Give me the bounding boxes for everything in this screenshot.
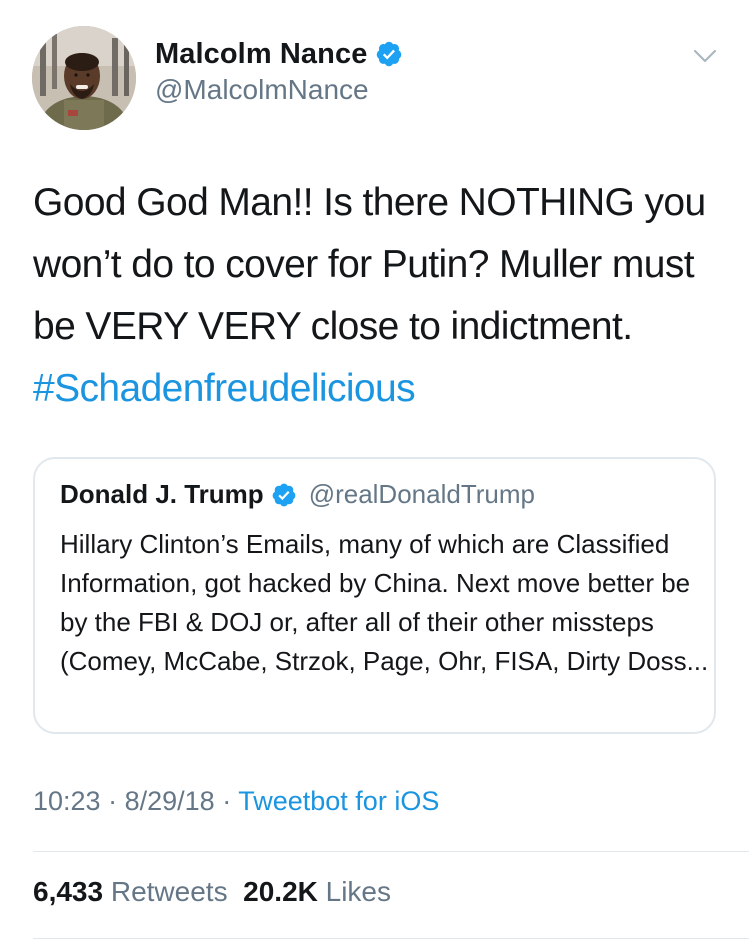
chevron-down-icon[interactable]: [690, 44, 720, 68]
avatar[interactable]: [32, 26, 136, 130]
verified-badge-icon: [271, 482, 297, 508]
hashtag-link[interactable]: #Schadenfreudelicious: [33, 367, 416, 410]
divider: [33, 851, 749, 852]
quoted-author-handle: @realDonaldTrump: [308, 479, 535, 509]
tweet-time[interactable]: 10:23: [33, 786, 101, 816]
tweet-stats: 6,433 Retweets 20.2K Likes: [33, 876, 391, 908]
divider: [33, 938, 749, 939]
meta-separator: ·: [222, 786, 232, 816]
quoted-tweet-header: Donald J. Trump @realDonaldTrump: [60, 479, 535, 510]
tweet-body: Good God Man!! Is there NOTHING you won’…: [33, 181, 706, 348]
quoted-tweet-card[interactable]: Donald J. Trump @realDonaldTrump Hillary…: [33, 457, 716, 734]
quoted-tweet-text: Hillary Clinton’s Emails, many of which …: [60, 529, 709, 676]
tweet-text: Good God Man!! Is there NOTHING you won’…: [33, 172, 723, 420]
likes-stat[interactable]: 20.2K Likes: [243, 876, 391, 907]
author-name-row[interactable]: Malcolm Nance: [155, 36, 403, 72]
avatar-image: [32, 26, 136, 130]
tweet-source-link[interactable]: Tweetbot for iOS: [238, 786, 439, 816]
tweet: Malcolm Nance @MalcolmNance Good God Man…: [0, 0, 749, 944]
author-handle[interactable]: @MalcolmNance: [155, 74, 369, 106]
tweet-date[interactable]: 8/29/18: [125, 786, 215, 816]
retweets-label: Retweets: [110, 876, 228, 907]
tweet-meta: 10:23 · 8/29/18 · Tweetbot for iOS: [33, 786, 439, 817]
author-display-name[interactable]: Malcolm Nance: [155, 38, 367, 71]
verified-badge-icon: [375, 40, 403, 68]
retweets-stat[interactable]: 6,433 Retweets: [33, 876, 228, 907]
quoted-author-display-name: Donald J. Trump: [60, 479, 264, 509]
likes-label: Likes: [325, 876, 392, 907]
likes-count: 20.2K: [243, 876, 318, 907]
retweets-count: 6,433: [33, 876, 104, 907]
meta-separator: ·: [108, 786, 118, 816]
